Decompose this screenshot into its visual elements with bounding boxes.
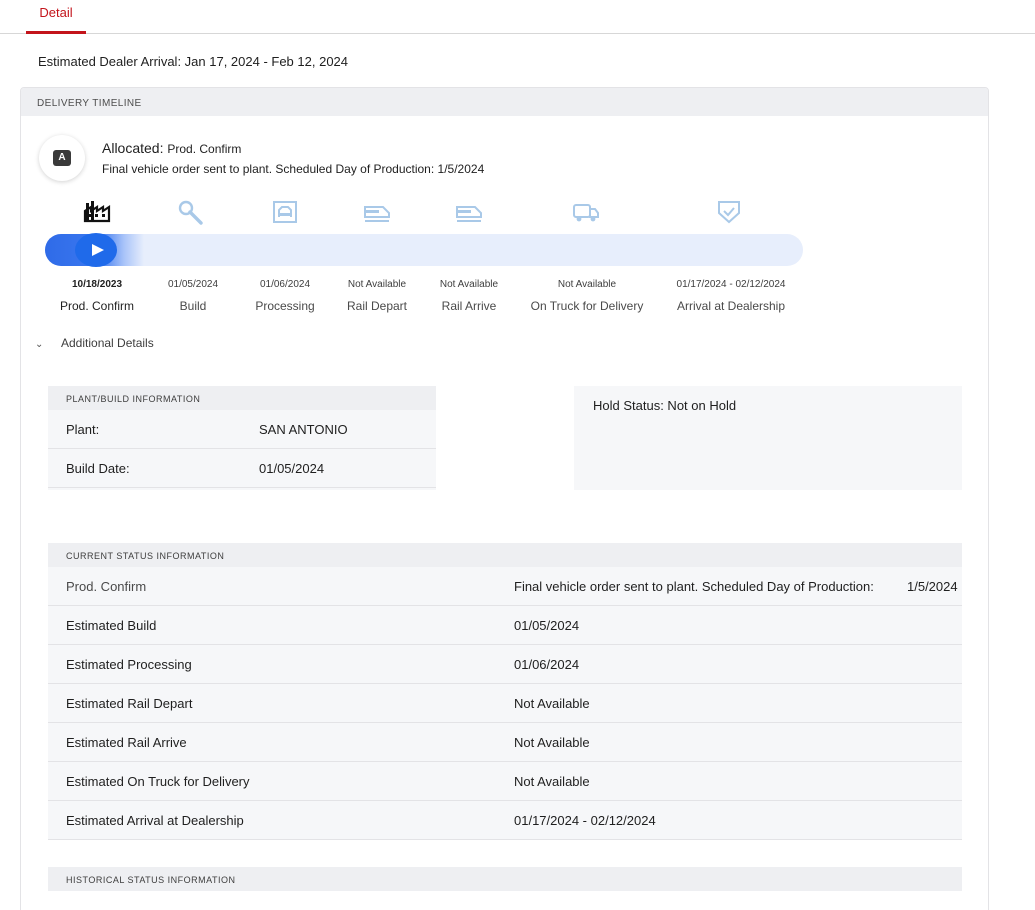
shield-check-icon (715, 199, 743, 225)
table-row: Estimated Rail Arrive Not Available (48, 723, 962, 762)
status-row-label: Prod. Confirm (66, 579, 147, 594)
status-row-value: 01/06/2024 (514, 657, 580, 672)
stage-date-rail-depart: Not Available (347, 279, 407, 290)
plant-row: Plant: SAN ANTONIO (48, 410, 436, 449)
stage-name-rail-depart: Rail Depart (346, 299, 408, 313)
progress-track (45, 234, 803, 266)
table-row: Estimated Processing 01/06/2024 (48, 645, 962, 684)
stage-name-build: Build (179, 299, 207, 313)
status-description: Final vehicle order sent to plant. Sched… (102, 162, 485, 176)
tab-detail[interactable]: Detail (26, 0, 86, 34)
status-row-value: Not Available (514, 774, 590, 789)
status-row-label: Estimated Build (66, 618, 157, 633)
hold-status-panel: Hold Status: Not on Hold (574, 386, 962, 490)
status-row-label: Estimated Processing (66, 657, 192, 672)
truck-icon (572, 199, 600, 225)
table-row: Prod. Confirm Final vehicle order sent t… (48, 567, 962, 606)
status-row-value: 01/17/2024 - 02/12/2024 (514, 813, 656, 828)
table-row: Estimated On Truck for Delivery Not Avai… (48, 762, 962, 801)
stage-date-arrival: 01/17/2024 - 02/12/2024 (676, 279, 786, 290)
stage-date-processing: 01/06/2024 (259, 279, 311, 290)
build-date-value: 01/05/2024 (259, 461, 325, 476)
stage-name-processing: Processing (255, 299, 315, 313)
delivery-timeline-card: DELIVERY TIMELINE A Allocated: Prod. Con… (20, 87, 989, 910)
table-row: Estimated Build 01/05/2024 (48, 606, 962, 645)
status-row-label: Estimated Arrival at Dealership (66, 813, 244, 828)
current-status-table: Prod. Confirm Final vehicle order sent t… (48, 567, 962, 840)
status-row-label: Estimated On Truck for Delivery (66, 774, 250, 789)
status-row-value: 01/05/2024 (514, 618, 580, 633)
wrench-icon (177, 199, 205, 225)
build-date-row: Build Date: 01/05/2024 (48, 449, 436, 488)
active-tab-indicator (26, 31, 86, 34)
status-label: Allocated: (102, 140, 164, 156)
rail-arrive-icon (455, 199, 483, 225)
status-row-value: Not Available (514, 735, 590, 750)
rail-depart-icon (363, 199, 391, 225)
stage-date-on-truck: Not Available (557, 279, 617, 290)
plant-build-header: PLANT/BUILD INFORMATION (48, 386, 436, 410)
stage-date-prod-confirm: 10/18/2023 (71, 279, 123, 290)
status-avatar: A (39, 135, 85, 181)
processing-icon (271, 199, 299, 225)
table-row: Estimated Rail Depart Not Available (48, 684, 962, 723)
play-button[interactable] (75, 233, 117, 267)
additional-details-toggle[interactable]: ⌄ Additional Details (35, 336, 154, 350)
status-row-value: Final vehicle order sent to plant. Sched… (514, 579, 874, 594)
stage-name-rail-arrive: Rail Arrive (441, 299, 497, 313)
current-status-header: CURRENT STATUS INFORMATION (48, 543, 962, 567)
historical-status-header: HISTORICAL STATUS INFORMATION (48, 867, 962, 891)
additional-details-label: Additional Details (61, 336, 154, 350)
allocated-badge: A (53, 150, 71, 166)
plant-value: SAN ANTONIO (259, 422, 348, 437)
stage-date-rail-arrive: Not Available (439, 279, 499, 290)
plant-label: Plant: (66, 422, 100, 437)
status-line: Allocated: Prod. Confirm (102, 140, 241, 156)
status-row-label: Estimated Rail Arrive (66, 735, 187, 750)
build-date-label: Build Date: (66, 461, 130, 476)
stage-name-prod-confirm: Prod. Confirm (59, 299, 135, 313)
estimated-dealer-arrival: Estimated Dealer Arrival: Jan 17, 2024 -… (38, 54, 349, 69)
delivery-timeline-header: DELIVERY TIMELINE (21, 88, 988, 116)
status-value: Prod. Confirm (167, 142, 242, 156)
status-row-label: Estimated Rail Depart (66, 696, 193, 711)
chevron-down-icon: ⌄ (35, 339, 44, 350)
stage-name-arrival: Arrival at Dealership (676, 299, 786, 313)
stage-name-on-truck: On Truck for Delivery (530, 299, 644, 313)
hold-status-text: Hold Status: Not on Hold (593, 398, 737, 413)
plant-build-panel: Plant: SAN ANTONIO Build Date: 01/05/202… (48, 410, 436, 490)
table-row: Estimated Arrival at Dealership 01/17/20… (48, 801, 962, 840)
status-row-value: Not Available (514, 696, 590, 711)
status-row-value-date: 1/5/2024 (907, 579, 958, 594)
factory-icon (83, 199, 111, 225)
stage-date-build: 01/05/2024 (167, 279, 219, 290)
tab-bar: Detail (0, 0, 1035, 34)
